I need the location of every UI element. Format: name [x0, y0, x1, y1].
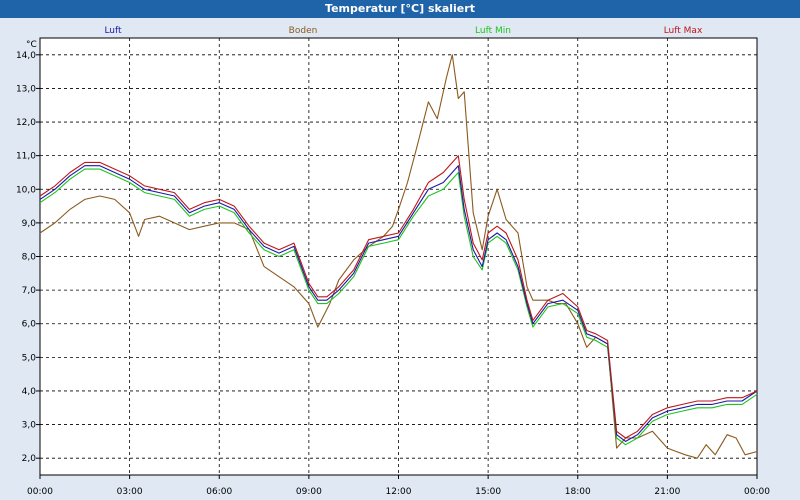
y-tick-label: 3,0: [22, 421, 37, 431]
y-tick-label: 10,0: [16, 185, 36, 195]
x-tick-time: 18:00: [565, 487, 591, 497]
legend-entry-luft: Luft: [104, 26, 122, 36]
y-tick-label: 8,0: [22, 253, 37, 263]
y-tick-label: 2,0: [22, 454, 37, 464]
x-tick-time: 06:00: [206, 487, 232, 497]
legend-entry-luft-min: Luft Min: [475, 26, 511, 36]
y-tick-label: 14,0: [16, 51, 36, 61]
x-tick-time: 21:00: [654, 487, 680, 497]
y-tick-label: 9,0: [22, 219, 37, 229]
y-tick-label: 11,0: [16, 152, 36, 162]
x-tick-time: 03:00: [117, 487, 143, 497]
y-tick-label: 5,0: [22, 353, 37, 363]
y-tick-label: 4,0: [22, 387, 37, 397]
x-tick-time: 12:00: [386, 487, 412, 497]
chart-title: Temperatur [°C] skaliert: [0, 0, 800, 18]
x-tick-time: 09:00: [296, 487, 322, 497]
legend-entry-luft-max: Luft Max: [664, 26, 703, 36]
x-tick-time: 00:00: [744, 487, 770, 497]
y-tick-label: 6,0: [22, 320, 37, 330]
y-tick-label: 7,0: [22, 286, 37, 296]
y-tick-label: 13,0: [16, 84, 36, 94]
x-tick-time: 15:00: [475, 487, 501, 497]
temperature-chart: 2,0 3,0 4,0 5,0 6,0 7,0 8,0 9,0 10,0 11,0 12,0 13,0…: [0, 18, 800, 500]
legend-entry-boden: Boden: [289, 26, 318, 36]
y-tick-label: 12,0: [16, 118, 36, 128]
y-axis-unit: °C: [26, 40, 37, 50]
x-tick-time: 00:00: [27, 487, 53, 497]
